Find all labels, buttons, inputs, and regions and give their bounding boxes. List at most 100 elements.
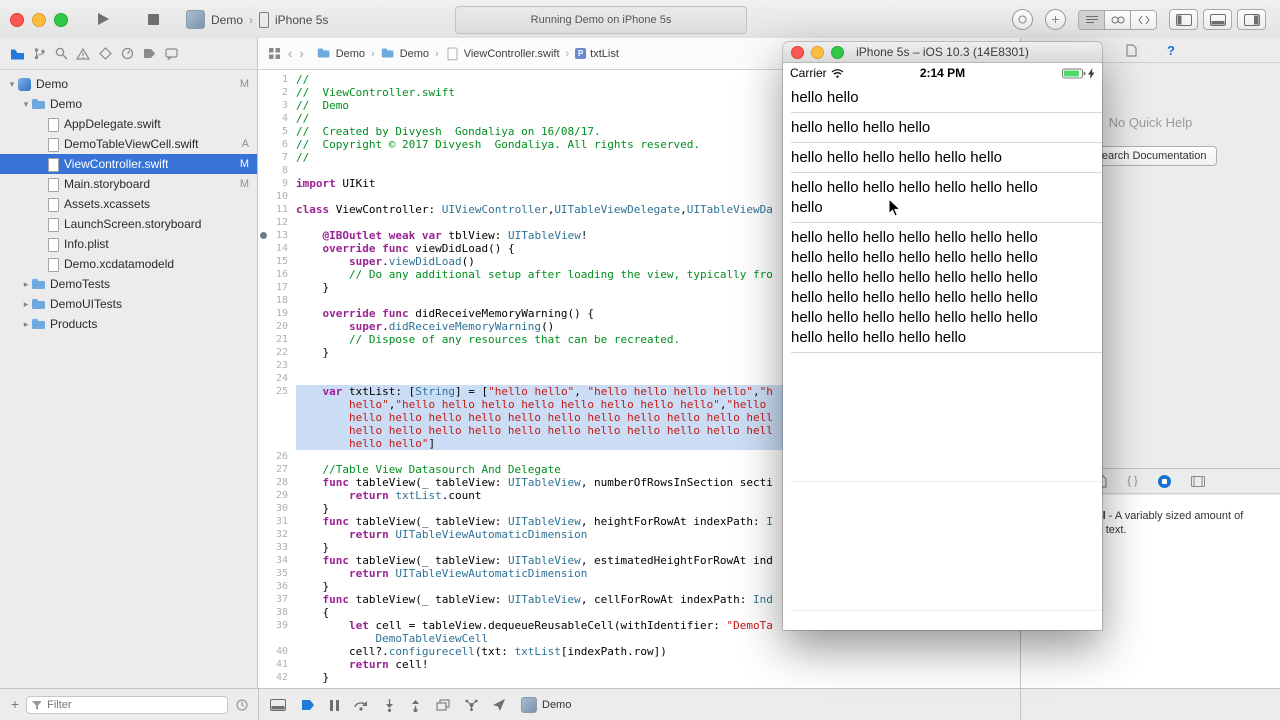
folder-icon	[381, 48, 395, 60]
file-tree-row[interactable]: AppDelegate.swift	[0, 114, 257, 134]
simulator-title-bar[interactable]: iPhone 5s – iOS 10.3 (14E8301)	[783, 42, 1102, 63]
disclosure-triangle[interactable]: ▸	[20, 299, 32, 310]
file-tree: ▾ Demo M ▾ Demo AppDelegate.swift DemoTableVie…	[0, 70, 257, 334]
memory-graph-icon[interactable]	[465, 699, 478, 711]
source-control-navigator-icon[interactable]	[31, 46, 47, 62]
go-back-button[interactable]: ‹	[288, 46, 292, 61]
file-tree-row[interactable]: ▸ Products	[0, 314, 257, 334]
step-into-icon[interactable]	[384, 698, 395, 712]
project-navigator-icon[interactable]	[9, 46, 25, 62]
breadcrumb-item[interactable]: PtxtList	[575, 48, 619, 60]
code-line[interactable]: DemoTableViewCell	[296, 632, 1020, 645]
related-items-icon[interactable]	[268, 47, 281, 60]
toggle-navigator-button[interactable]	[1169, 9, 1198, 30]
search-documentation-button[interactable]: Search Documentation	[1084, 146, 1217, 166]
table-cell[interactable]: hello hello	[783, 83, 1102, 113]
file-tree-row[interactable]: ▸ DemoUITests	[0, 294, 257, 314]
scheme-selector[interactable]: Demo › iPhone 5s	[186, 10, 328, 29]
version-editor-button[interactable]	[1130, 10, 1156, 29]
simulator-window-controls[interactable]	[791, 46, 844, 59]
report-navigator-icon[interactable]	[163, 46, 179, 62]
toolbar-round-button-1[interactable]	[1012, 9, 1033, 30]
toolbar: Demo › iPhone 5s Running Demo on iPhone …	[0, 0, 1280, 39]
stop-button[interactable]	[138, 8, 168, 30]
disclosure-triangle[interactable]: ▸	[20, 279, 32, 290]
breakpoints-toggle-icon[interactable]	[301, 699, 315, 711]
issue-navigator-icon[interactable]	[75, 46, 91, 62]
test-navigator-icon[interactable]	[97, 46, 113, 62]
disclosure-triangle[interactable]: ▸	[20, 319, 32, 330]
line-number: 2	[281, 87, 288, 98]
pause-icon[interactable]	[330, 699, 339, 711]
navigator-filter-field[interactable]	[26, 696, 228, 714]
minimize-window-icon[interactable]	[811, 46, 824, 59]
go-forward-button[interactable]: ›	[299, 46, 303, 61]
file-inspector-icon[interactable]	[1126, 43, 1137, 57]
code-line[interactable]: }	[296, 671, 1020, 684]
run-button[interactable]	[88, 8, 118, 30]
filter-input[interactable]	[45, 698, 222, 712]
line-number: 17	[275, 282, 288, 293]
file-tree-row[interactable]: ViewController.swift M	[0, 154, 257, 174]
cell-text: hello hello	[791, 89, 859, 106]
library-item-label[interactable]: Label - A variably sized amount of stati…	[1077, 509, 1271, 537]
code-line[interactable]: return cell!	[296, 658, 1020, 671]
table-cell[interactable]: hello hello hello hello hello hello hell…	[783, 173, 1102, 223]
toggle-inspector-button[interactable]	[1237, 9, 1266, 30]
close-window-icon[interactable]	[791, 46, 804, 59]
cell-text: hello hello hello hello hello hello hell…	[791, 309, 1038, 326]
table-cell[interactable]: hello hello hello hello hello hello	[783, 143, 1102, 173]
scheme-name: Demo	[211, 12, 244, 27]
chevron-right-icon: ›	[371, 47, 375, 60]
assistant-editor-icon	[1111, 16, 1124, 23]
navigator-selector-bar	[0, 38, 258, 70]
window-controls[interactable]	[10, 13, 68, 27]
disclosure-triangle[interactable]: ▾	[20, 99, 32, 110]
file-tree-row[interactable]: ▾ Demo	[0, 94, 257, 114]
source-control-badge: A	[241, 138, 249, 150]
debug-process-badge[interactable]: Demo	[521, 697, 571, 713]
mouse-cursor	[888, 198, 902, 217]
app-icon	[521, 697, 537, 713]
standard-editor-button[interactable]	[1079, 10, 1104, 29]
close-window-icon[interactable]	[10, 13, 24, 27]
breakpoint-navigator-icon[interactable]	[141, 46, 157, 62]
step-out-icon[interactable]	[410, 699, 421, 712]
file-tree-row[interactable]: ▾ Demo M	[0, 74, 257, 94]
toolbar-round-button-2[interactable]	[1045, 9, 1066, 30]
toggle-debug-button[interactable]	[1203, 9, 1232, 30]
debug-view-hierarchy-icon[interactable]	[436, 699, 450, 711]
file-tree-row[interactable]: DemoTableViewCell.swift A	[0, 134, 257, 154]
step-over-icon[interactable]	[354, 699, 369, 711]
media-library-icon[interactable]	[1190, 475, 1205, 487]
add-button[interactable]: +	[8, 695, 22, 713]
code-snippet-library-icon[interactable]: { }	[1127, 475, 1137, 487]
find-navigator-icon[interactable]	[53, 46, 69, 62]
file-tree-row[interactable]: LaunchScreen.storyboard	[0, 214, 257, 234]
object-library-icon[interactable]	[1157, 474, 1171, 488]
line-number: 32	[275, 529, 288, 540]
file-tree-row[interactable]: Main.storyboard M	[0, 174, 257, 194]
file-tree-row[interactable]: Assets.xcassets	[0, 194, 257, 214]
breadcrumb-item[interactable]: Demo	[381, 47, 429, 60]
file-tree-row[interactable]: ▸ DemoTests	[0, 274, 257, 294]
workspace-view-controls	[1169, 9, 1266, 30]
quick-help-inspector-icon[interactable]: ?	[1167, 43, 1175, 58]
file-tree-row[interactable]: Demo.xcdatamodeld	[0, 254, 257, 274]
simulator-window[interactable]: iPhone 5s – iOS 10.3 (14E8301) Carrier 2…	[783, 42, 1102, 630]
file-tree-row[interactable]: Info.plist	[0, 234, 257, 254]
breadcrumb-item[interactable]: Demo	[317, 47, 365, 60]
simulate-location-icon[interactable]	[493, 699, 506, 711]
zoom-window-icon[interactable]	[831, 46, 844, 59]
hide-debug-area-icon[interactable]	[270, 699, 286, 711]
table-cell[interactable]: hello hello hello hello hello hello hell…	[783, 223, 1102, 353]
minimize-window-icon[interactable]	[32, 13, 46, 27]
code-line[interactable]: cell?.configurecell(txt: txtList[indexPa…	[296, 645, 1020, 658]
zoom-window-icon[interactable]	[54, 13, 68, 27]
breadcrumb-item[interactable]: ViewController.swift	[445, 47, 560, 61]
assistant-editor-button[interactable]	[1104, 10, 1130, 29]
debug-navigator-icon[interactable]	[119, 46, 135, 62]
disclosure-triangle[interactable]: ▾	[6, 79, 18, 90]
table-cell[interactable]: hello hello hello hello	[783, 113, 1102, 143]
recent-files-icon[interactable]	[236, 699, 248, 711]
